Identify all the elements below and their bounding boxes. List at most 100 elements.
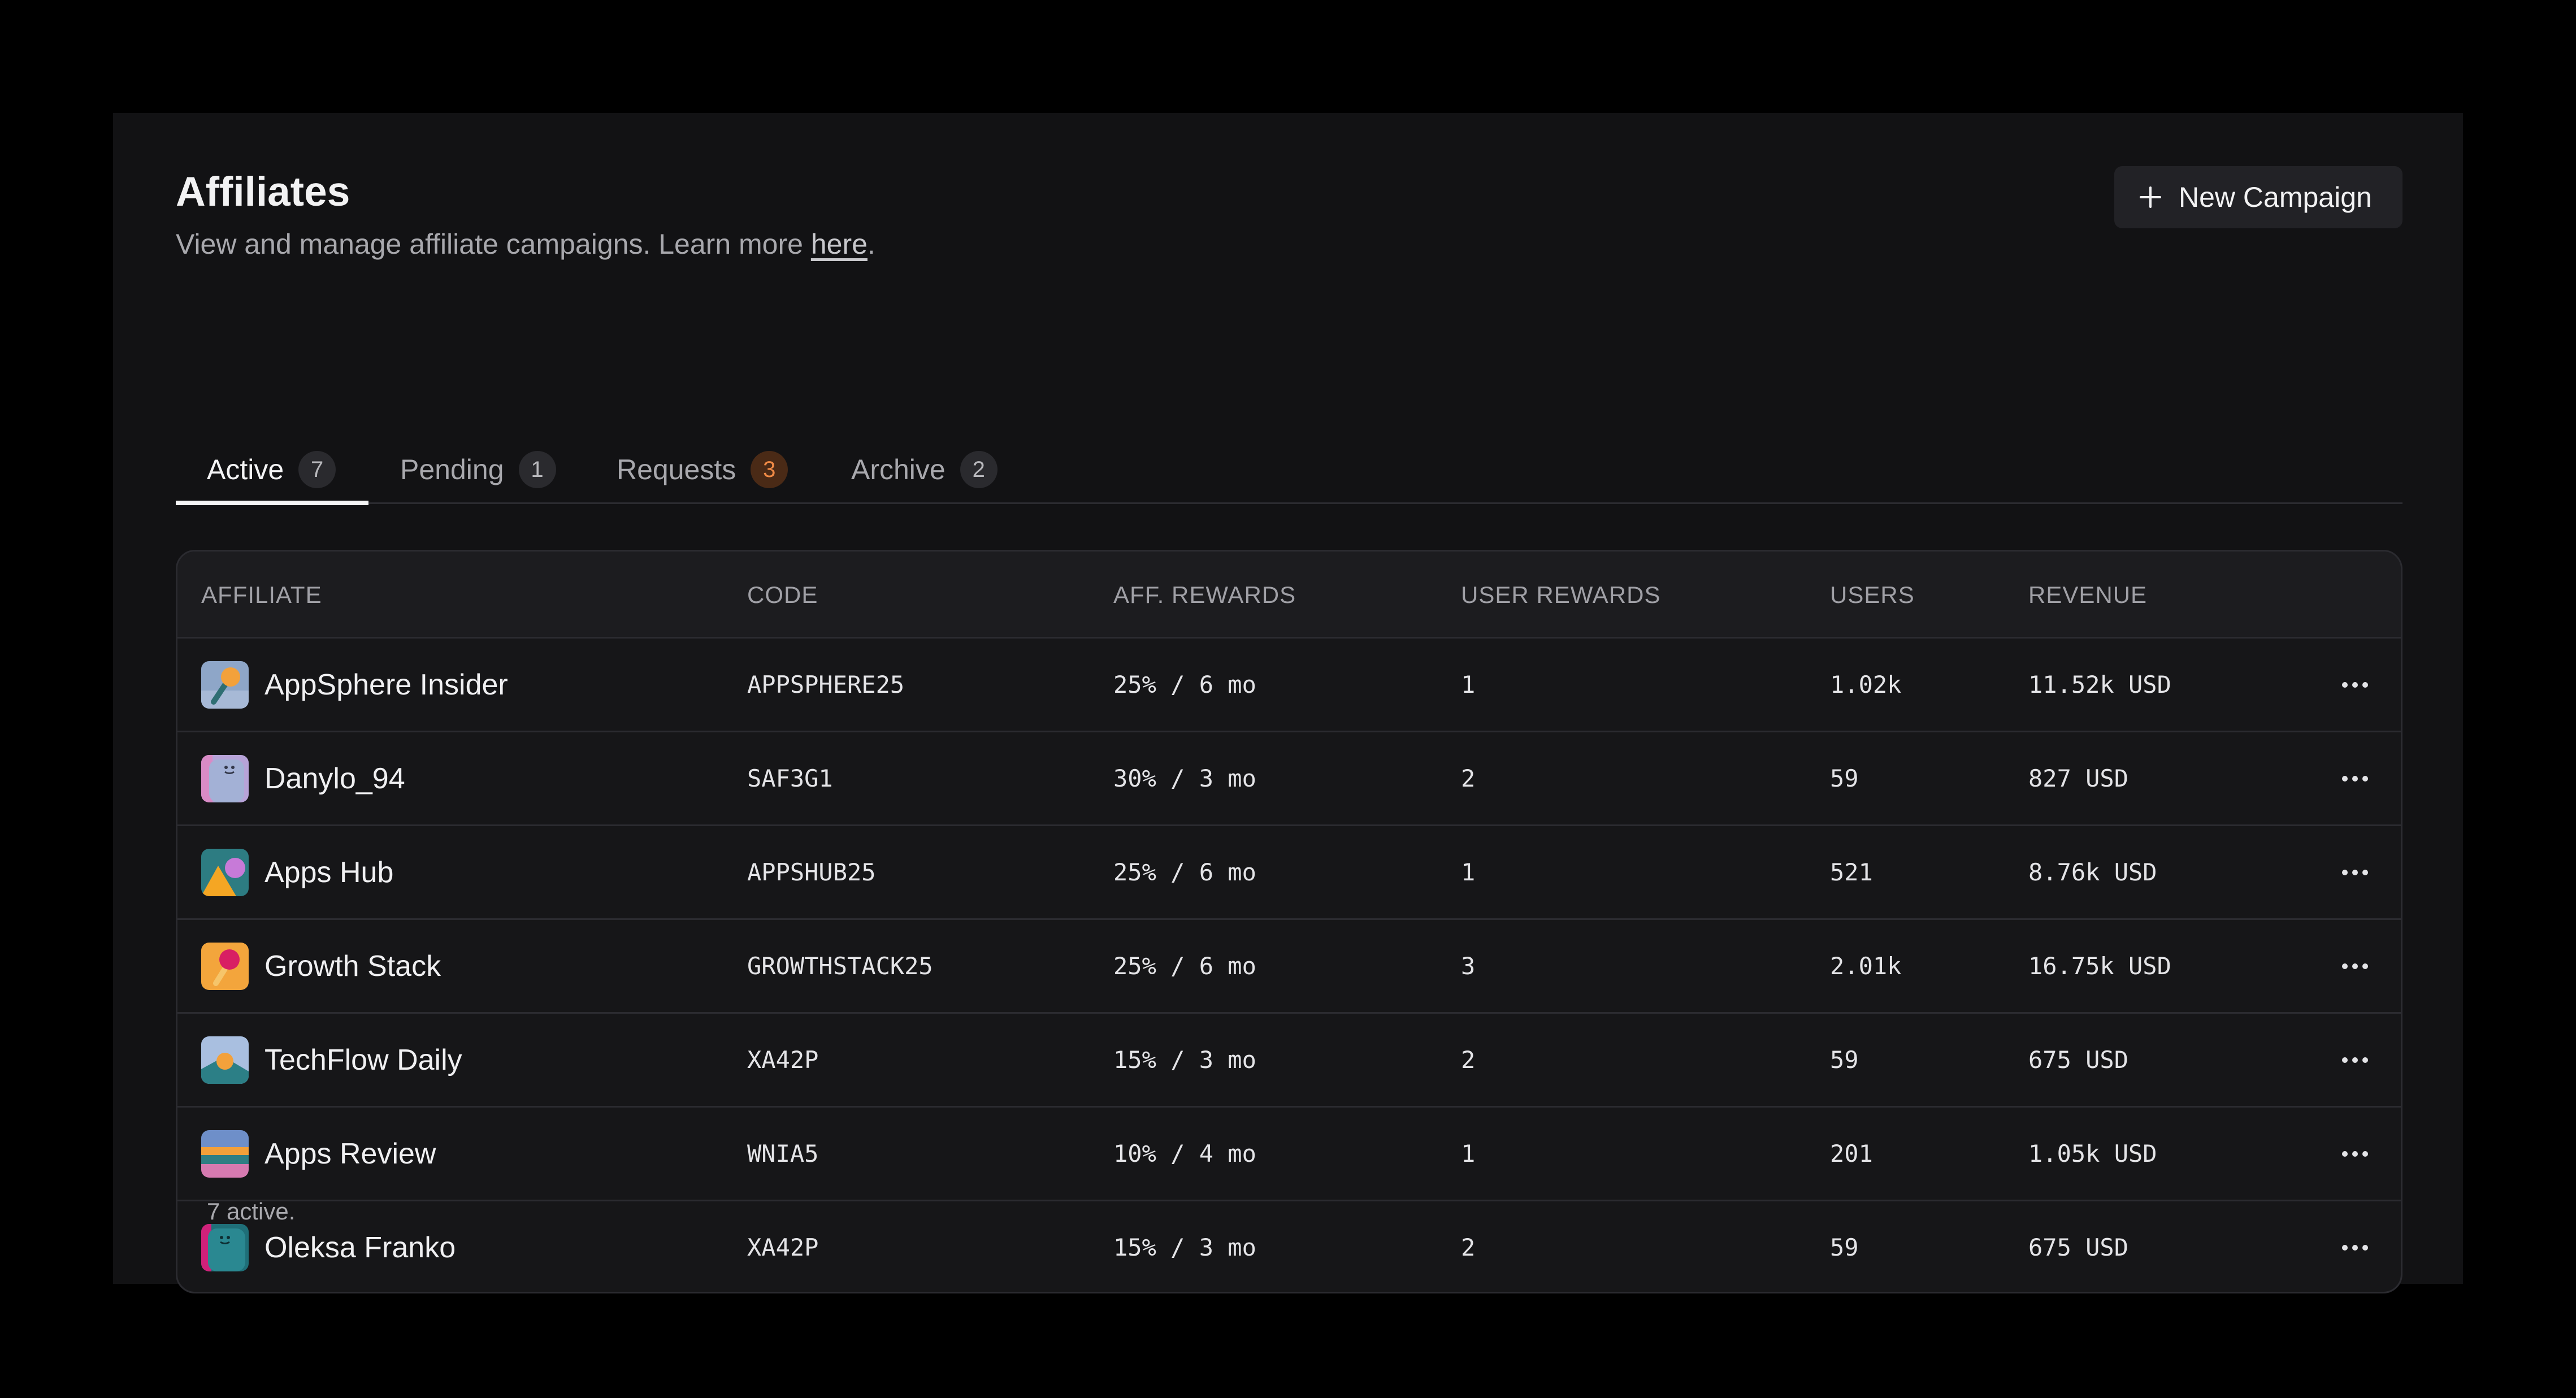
row-actions: [2332, 920, 2378, 1012]
affiliate-cell: Apps Review: [201, 1108, 436, 1200]
lollipop-avatar-orange-icon: [201, 942, 249, 990]
table-row[interactable]: TechFlow Daily XA42P 15% / 3 mo 2 59 675…: [177, 1014, 2401, 1108]
row-actions: [2332, 1108, 2378, 1200]
tab-label: Active: [207, 454, 284, 485]
tab-count-badge: 7: [298, 451, 336, 488]
column-header-users[interactable]: USERS: [1830, 552, 1915, 639]
table-row[interactable]: Growth Stack GROWTHSTACK25 25% / 6 mo 3 …: [177, 920, 2401, 1014]
learn-more-link[interactable]: here: [811, 228, 868, 260]
new-campaign-label: New Campaign: [2179, 181, 2372, 213]
users-cell: 521: [1830, 858, 1873, 886]
tab-label: Pending: [400, 454, 504, 485]
affiliate-cell: Danylo_94: [201, 732, 405, 824]
code-cell: APPSHUB25: [747, 858, 876, 886]
user-rewards-cell: 2: [1461, 765, 1476, 792]
face-avatar-teal-icon: [201, 1223, 249, 1271]
code-cell: XA42P: [747, 1046, 819, 1074]
affiliate-cell: Growth Stack: [201, 920, 441, 1012]
tab-pending[interactable]: Pending 1: [400, 435, 556, 504]
user-rewards-cell: 1: [1461, 1140, 1476, 1167]
column-header-revenue[interactable]: REVENUE: [2028, 552, 2147, 639]
active-tab-indicator: [176, 501, 368, 505]
affiliate-name: Growth Stack: [264, 949, 441, 983]
table-header: AFFILIATE CODE AFF. REWARDS USER REWARDS…: [177, 552, 2401, 639]
tab-bar: Active 7 Pending 1 Requests 3 Archive 2: [176, 435, 2402, 505]
affiliate-name: Danylo_94: [264, 762, 405, 795]
column-header-aff-rewards[interactable]: AFF. REWARDS: [1113, 552, 1296, 639]
user-rewards-cell: 1: [1461, 858, 1476, 886]
more-options-icon[interactable]: [2332, 856, 2378, 889]
revenue-cell: 8.76k USD: [2028, 858, 2157, 886]
revenue-cell: 1.05k USD: [2028, 1140, 2157, 1167]
row-actions: [2332, 1014, 2378, 1106]
users-cell: 59: [1830, 1234, 1859, 1261]
aff-rewards-cell: 30% / 3 mo: [1113, 765, 1256, 792]
tab-count-badge: 3: [751, 451, 788, 488]
stripes-avatar-sunset-icon: [201, 1130, 249, 1178]
affiliate-name: TechFlow Daily: [264, 1043, 462, 1076]
aff-rewards-cell: 25% / 6 mo: [1113, 671, 1256, 698]
affiliate-cell: Apps Hub: [201, 826, 393, 918]
tab-archive[interactable]: Archive 2: [851, 435, 998, 504]
subtitle-text: View and manage affiliate campaigns. Lea…: [176, 228, 811, 260]
new-campaign-button[interactable]: New Campaign: [2114, 166, 2402, 228]
code-cell: SAF3G1: [747, 765, 833, 792]
more-options-icon[interactable]: [2332, 1043, 2378, 1077]
users-cell: 201: [1830, 1140, 1873, 1167]
affiliate-cell: TechFlow Daily: [201, 1014, 462, 1106]
code-cell: WNIA5: [747, 1140, 819, 1167]
revenue-cell: 675 USD: [2028, 1234, 2129, 1261]
more-options-icon[interactable]: [2332, 1231, 2378, 1265]
affiliate-cell: AppSphere Insider: [201, 639, 508, 731]
aff-rewards-cell: 25% / 6 mo: [1113, 952, 1256, 980]
revenue-cell: 11.52k USD: [2028, 671, 2171, 698]
code-cell: XA42P: [747, 1234, 819, 1261]
tab-active[interactable]: Active 7: [207, 435, 336, 504]
table-row[interactable]: Oleksa Franko XA42P 15% / 3 mo 2 59 675 …: [177, 1201, 2401, 1292]
table-row[interactable]: Apps Hub APPSHUB25 25% / 6 mo 1 521 8.76…: [177, 826, 2401, 920]
more-options-icon[interactable]: [2332, 668, 2378, 702]
more-options-icon[interactable]: [2332, 1137, 2378, 1171]
subtitle-end: .: [867, 228, 875, 260]
aff-rewards-cell: 15% / 3 mo: [1113, 1234, 1256, 1261]
table-row[interactable]: AppSphere Insider APPSPHERE25 25% / 6 mo…: [177, 639, 2401, 732]
affiliate-name: AppSphere Insider: [264, 668, 508, 701]
column-header-user-rewards[interactable]: USER REWARDS: [1461, 552, 1660, 639]
column-header-code[interactable]: CODE: [747, 552, 818, 639]
users-cell: 59: [1830, 765, 1859, 792]
more-options-icon[interactable]: [2332, 949, 2378, 983]
user-rewards-cell: 2: [1461, 1046, 1476, 1074]
aff-rewards-cell: 15% / 3 mo: [1113, 1046, 1256, 1074]
affiliate-name: Apps Review: [264, 1137, 436, 1170]
user-rewards-cell: 2: [1461, 1234, 1476, 1261]
revenue-cell: 827 USD: [2028, 765, 2129, 792]
row-actions: [2332, 1201, 2378, 1292]
code-cell: GROWTHSTACK25: [747, 952, 933, 980]
more-options-icon[interactable]: [2332, 762, 2378, 796]
affiliates-panel: Affiliates View and manage affiliate cam…: [113, 113, 2463, 1293]
landscape-avatar-sky-icon: [201, 1036, 249, 1084]
users-cell: 1.02k: [1830, 671, 1902, 698]
page-title: Affiliates: [176, 169, 350, 215]
aff-rewards-cell: 25% / 6 mo: [1113, 858, 1256, 886]
tab-count-badge: 1: [518, 451, 556, 488]
shapes-avatar-teal-icon: [201, 848, 249, 896]
affiliate-name: Apps Hub: [264, 856, 394, 889]
tab-label: Archive: [851, 454, 946, 485]
lollipop-avatar-blue-icon: [201, 661, 249, 709]
table-row[interactable]: Danylo_94 SAF3G1 30% / 3 mo 2 59 827 USD: [177, 732, 2401, 826]
face-avatar-lilac-icon: [201, 754, 249, 802]
plus-icon: [2139, 186, 2162, 209]
tab-requests[interactable]: Requests 3: [617, 435, 788, 504]
tab-count-badge: 2: [960, 451, 998, 488]
page-subtitle: View and manage affiliate campaigns. Lea…: [176, 226, 875, 262]
users-cell: 59: [1830, 1046, 1859, 1074]
user-rewards-cell: 3: [1461, 952, 1476, 980]
table-row[interactable]: Apps Review WNIA5 10% / 4 mo 1 201 1.05k…: [177, 1108, 2401, 1201]
column-header-affiliate[interactable]: AFFILIATE: [201, 552, 322, 639]
aff-rewards-cell: 10% / 4 mo: [1113, 1140, 1256, 1167]
user-rewards-cell: 1: [1461, 671, 1476, 698]
affiliates-table: AFFILIATE CODE AFF. REWARDS USER REWARDS…: [176, 550, 2402, 1293]
row-actions: [2332, 732, 2378, 824]
revenue-cell: 16.75k USD: [2028, 952, 2171, 980]
